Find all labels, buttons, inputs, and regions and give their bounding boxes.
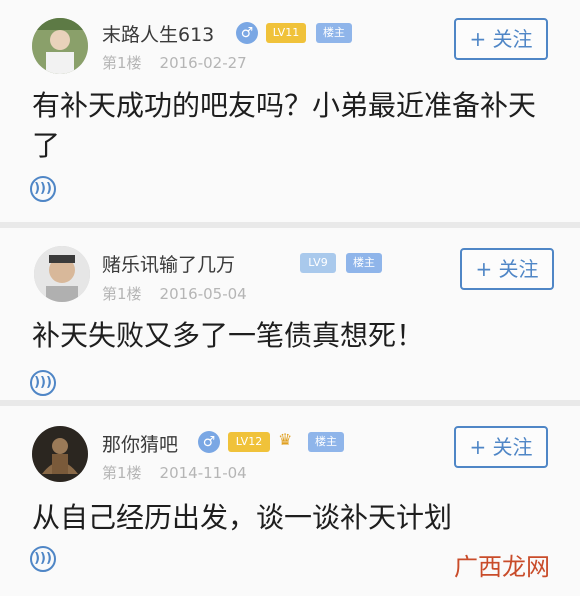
avatar[interactable] [32, 18, 88, 74]
post-content: 从自己经历出发，谈一谈补天计划 [32, 501, 453, 534]
male-icon: ♂ [198, 431, 220, 453]
post-1: 末路人生613 ♂ LV11 楼主 第1楼 2016-02-27 + 关注 有补天… [0, 0, 580, 222]
follow-button[interactable]: + 关注 [454, 426, 548, 468]
level-badge: LV11 [266, 23, 306, 43]
speaker-icon[interactable]: ))) [30, 176, 56, 202]
post-meta: 第1楼 2014-11-04 [102, 462, 247, 483]
avatar[interactable] [32, 426, 88, 482]
post-2: 赌乐讯输了几万 LV9 楼主 第1楼 2016-05-04 + 关注 补天失败又多… [0, 228, 580, 400]
watermark: 广西龙网 [454, 553, 550, 581]
level-badge: LV9 [300, 253, 336, 273]
floor-number: 第1楼 [102, 285, 142, 303]
speaker-icon[interactable]: ))) [30, 370, 56, 396]
post-content: 有补天成功的吧友吗？小弟最近准备补天了 [32, 89, 537, 162]
follow-button[interactable]: + 关注 [460, 248, 554, 290]
male-icon: ♂ [236, 22, 258, 44]
owner-badge: 楼主 [316, 23, 352, 43]
post-date: 2016-05-04 [159, 285, 247, 303]
level-badge: LV12 [228, 432, 270, 452]
owner-badge: 楼主 [308, 432, 344, 452]
post-meta: 第1楼 2016-05-04 [102, 283, 247, 304]
post-meta: 第1楼 2016-02-27 [102, 52, 247, 73]
floor-number: 第1楼 [102, 464, 142, 482]
floor-number: 第1楼 [102, 54, 142, 72]
post-content: 补天失败又多了一笔债真想死！ [32, 319, 425, 352]
username[interactable]: 末路人生613 [102, 20, 214, 47]
username[interactable]: 那你猜吧 [102, 430, 178, 457]
post-date: 2016-02-27 [159, 54, 247, 72]
crown-icon: ♛ [278, 430, 293, 449]
avatar[interactable] [34, 246, 90, 302]
speaker-icon[interactable]: ))) [30, 546, 56, 572]
username[interactable]: 赌乐讯输了几万 [102, 250, 235, 277]
follow-button[interactable]: + 关注 [454, 18, 548, 60]
owner-badge: 楼主 [346, 253, 382, 273]
post-date: 2014-11-04 [159, 464, 247, 482]
